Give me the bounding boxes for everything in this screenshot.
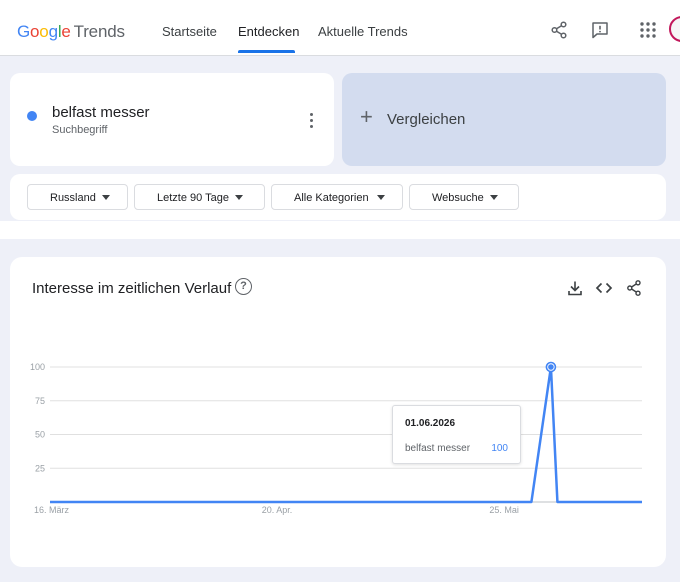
share-icon[interactable] <box>549 20 569 40</box>
logo-letter: o <box>39 22 49 41</box>
search-term-type: Suchbegriff <box>52 124 108 136</box>
logo-letter: G <box>17 22 31 41</box>
chevron-down-icon <box>490 195 498 200</box>
filter-search-type-label: Websuche <box>432 192 484 204</box>
nav-tab-startseite[interactable]: Startseite <box>162 0 217 56</box>
x-tick-label: 20. Apr. <box>262 505 293 515</box>
apps-grid-icon[interactable] <box>638 20 658 40</box>
filter-region-dropdown[interactable]: Russland <box>27 184 128 210</box>
google-trends-logo[interactable]: Google Trends <box>17 22 125 42</box>
chevron-down-icon <box>235 195 243 200</box>
y-tick-label: 25 <box>35 463 45 473</box>
tooltip-term: belfast messer <box>405 443 471 454</box>
section-divider <box>0 221 680 239</box>
y-tick-label: 75 <box>35 396 45 406</box>
logo-letter: g <box>48 22 58 41</box>
filter-bar: Russland Letzte 90 Tage Alle Kategorien … <box>10 174 666 220</box>
filter-time-dropdown[interactable]: Letzte 90 Tage <box>134 184 265 210</box>
logo-letter: e <box>61 22 71 41</box>
top-app-bar: Google Trends Startseite Entdecken Aktuel… <box>0 0 680 56</box>
more-options-icon[interactable] <box>306 111 318 129</box>
logo-trends-text: Trends <box>73 22 125 41</box>
interest-line-chart: 25 50 75 100 16. März 20. Apr. 25. Mai <box>30 361 642 515</box>
x-tick-label: 25. Mai <box>489 505 519 515</box>
search-term-name[interactable]: belfast messer <box>52 104 150 121</box>
data-point-tooltip: 01.06.2026 belfast messer 100 <box>392 405 521 464</box>
feedback-icon[interactable] <box>590 20 610 40</box>
plus-icon: + <box>360 104 373 129</box>
tooltip-value: 100 <box>491 443 508 454</box>
logo-google-text: Google <box>17 22 71 41</box>
compare-label: Vergleichen <box>387 111 466 128</box>
filter-region-label: Russland <box>50 192 96 204</box>
tooltip-date: 01.06.2026 <box>405 418 456 429</box>
nav-tab-entdecken[interactable]: Entdecken <box>238 0 299 56</box>
nav-tab-aktuelle-trends[interactable]: Aktuelle Trends <box>318 0 408 56</box>
y-tick-label: 100 <box>30 362 45 372</box>
chevron-down-icon <box>377 195 385 200</box>
chevron-down-icon <box>102 195 110 200</box>
peak-point <box>548 364 554 370</box>
filter-time-label: Letzte 90 Tage <box>157 192 229 204</box>
filter-category-label: Alle Kategorien <box>294 192 369 204</box>
search-term-card[interactable]: belfast messer Suchbegriff <box>10 73 334 166</box>
filter-search-type-dropdown[interactable]: Websuche <box>409 184 519 210</box>
account-avatar[interactable] <box>669 16 680 42</box>
x-tick-label: 16. März <box>34 505 70 515</box>
logo-letter: o <box>30 22 40 41</box>
filter-category-dropdown[interactable]: Alle Kategorien <box>271 184 403 210</box>
active-tab-indicator <box>238 50 295 53</box>
compare-button[interactable]: + Vergleichen <box>342 73 666 166</box>
term-color-dot <box>27 111 37 121</box>
y-tick-label: 50 <box>35 430 45 440</box>
interest-over-time-card: Interesse im zeitlichen Verlauf ? 25 50 75… <box>10 257 666 567</box>
